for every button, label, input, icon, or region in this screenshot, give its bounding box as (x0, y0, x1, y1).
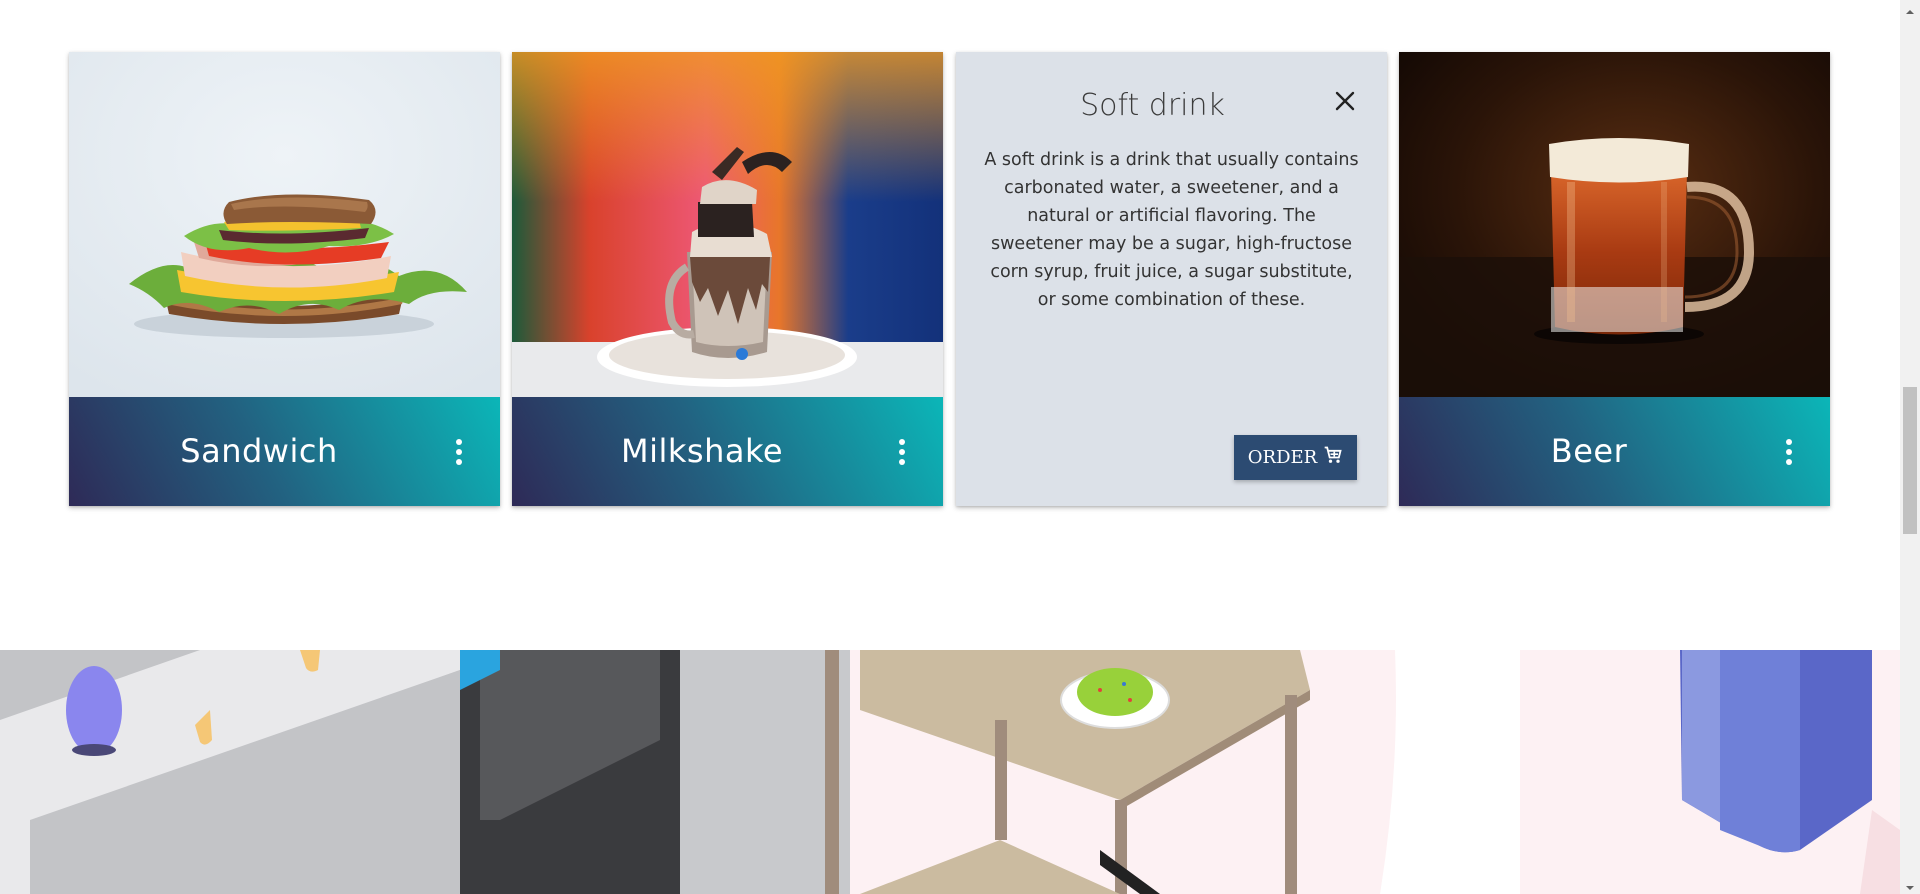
card-beer[interactable]: Beer (1399, 52, 1830, 506)
sandwich-photo[interactable] (69, 52, 500, 397)
card-title[interactable]: Milkshake (512, 397, 892, 506)
card-reveal-description: A soft drink is a drink that usually con… (984, 150, 1359, 310)
milkshake-photo[interactable] (512, 52, 943, 397)
kitchen-illustration (0, 650, 1900, 894)
page: Sandwich Milkshake Soft drink A soft dri… (0, 0, 1900, 894)
card-title[interactable]: Beer (1399, 397, 1779, 506)
card-reveal-title: Soft drink (1080, 88, 1225, 123)
card-milkshake[interactable]: Milkshake (512, 52, 943, 506)
beer-photo[interactable] (1399, 52, 1830, 397)
scrollbar-thumb[interactable] (1903, 387, 1917, 534)
card-title[interactable]: Sandwich (69, 397, 449, 506)
close-icon[interactable] (1329, 85, 1361, 117)
menu-cards: Sandwich Milkshake Soft drink A soft dri… (69, 52, 1831, 506)
card-footer: Sandwich (69, 397, 500, 506)
scroll-up-icon[interactable] (1905, 4, 1915, 14)
more-vertical-icon[interactable] (453, 436, 465, 468)
card-sandwich[interactable]: Sandwich (69, 52, 500, 506)
scroll-down-icon[interactable] (1905, 880, 1915, 890)
card-footer: Beer (1399, 397, 1830, 506)
order-label: ORDER (1247, 447, 1318, 468)
more-vertical-icon[interactable] (1783, 436, 1795, 468)
more-vertical-icon[interactable] (896, 436, 908, 468)
card-soft-drink-revealed: Soft drink A soft drink is a drink that … (956, 52, 1387, 506)
order-button[interactable]: ORDER (1234, 435, 1357, 480)
card-footer: Milkshake (512, 397, 943, 506)
vertical-scrollbar[interactable] (1900, 0, 1920, 894)
cart-icon (1323, 445, 1343, 470)
